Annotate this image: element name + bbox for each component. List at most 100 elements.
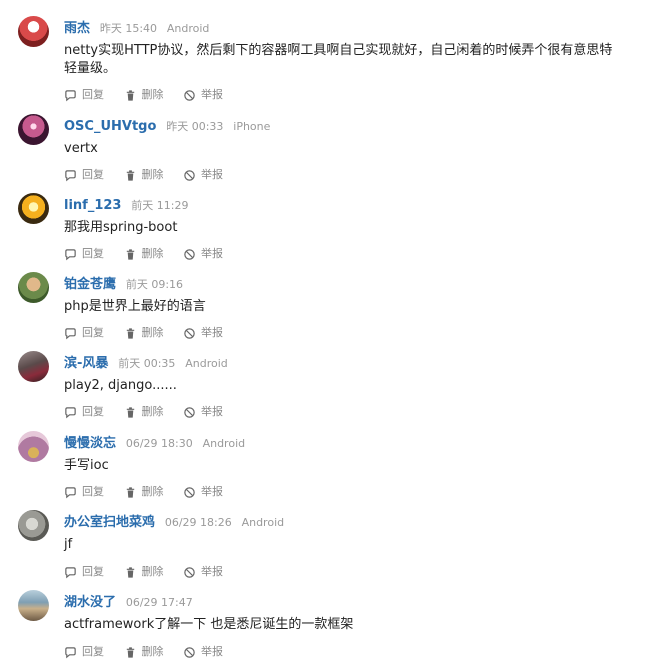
comment-meta: 滨-风暴 前天 00:35 Android — [64, 355, 228, 372]
avatar[interactable] — [18, 193, 49, 224]
reply-label: 回复 — [82, 247, 104, 260]
ban-icon — [184, 327, 195, 339]
author-name[interactable]: linf_123 — [64, 198, 121, 213]
trash-icon — [126, 486, 134, 498]
comment-time: 前天 00:35 — [118, 357, 176, 370]
author-name[interactable]: 湖水没了 — [64, 595, 116, 610]
comment-device: Android — [185, 357, 228, 370]
reply-button[interactable]: 回复 — [64, 247, 104, 261]
trash-icon — [126, 406, 134, 418]
report-button[interactable]: 举报 — [183, 645, 223, 659]
reply-button[interactable]: 回复 — [64, 645, 104, 659]
author-name[interactable]: OSC_UHVtgo — [64, 119, 156, 134]
reply-label: 回复 — [82, 326, 104, 339]
reply-label: 回复 — [82, 485, 104, 498]
comment-actions: 回复 删除 举报 — [64, 485, 239, 503]
comment-actions: 回复 删除 举报 — [64, 326, 239, 344]
trash-icon — [126, 89, 134, 101]
avatar[interactable] — [18, 272, 49, 303]
delete-label: 删除 — [141, 326, 164, 339]
report-label: 举报 — [201, 565, 223, 578]
reply-label: 回复 — [82, 168, 104, 181]
trash-icon — [126, 248, 134, 260]
delete-button[interactable]: 删除 — [124, 645, 164, 659]
comment-time: 06/29 17:47 — [125, 596, 193, 609]
comment-meta: OSC_UHVtgo 昨天 00:33 iPhone — [64, 118, 270, 135]
author-name[interactable]: 慢慢淡忘 — [64, 436, 116, 451]
delete-label: 删除 — [141, 405, 164, 418]
comment-meta: linf_123 前天 11:29 — [64, 197, 189, 214]
trash-icon — [126, 327, 134, 339]
ban-icon — [184, 406, 195, 418]
comment-meta: 雨杰 昨天 15:40 Android — [64, 20, 209, 37]
report-button[interactable]: 举报 — [183, 326, 223, 340]
avatar[interactable] — [18, 590, 49, 621]
reply-label: 回复 — [82, 565, 104, 578]
comment-actions: 回复 删除 举报 — [64, 88, 239, 106]
comment-actions: 回复 删除 举报 — [64, 247, 239, 265]
reply-button[interactable]: 回复 — [64, 168, 104, 182]
report-label: 举报 — [201, 405, 223, 418]
report-label: 举报 — [201, 485, 223, 498]
comment-icon — [65, 89, 76, 101]
reply-button[interactable]: 回复 — [64, 565, 104, 579]
author-name[interactable]: 铂金苍鹰 — [64, 277, 116, 292]
comment-time: 06/29 18:30 — [125, 437, 193, 450]
report-button[interactable]: 举报 — [183, 247, 223, 261]
comment-icon — [65, 646, 76, 658]
report-button[interactable]: 举报 — [183, 168, 223, 182]
reply-button[interactable]: 回复 — [64, 405, 104, 419]
delete-label: 删除 — [141, 565, 164, 578]
delete-button[interactable]: 删除 — [124, 168, 164, 182]
avatar[interactable] — [18, 114, 49, 145]
author-name[interactable]: 雨杰 — [64, 21, 90, 36]
report-label: 举报 — [201, 645, 223, 658]
comment-text: php是世界上最好的语言 — [64, 299, 206, 314]
comment-icon — [65, 566, 76, 578]
avatar[interactable] — [18, 431, 49, 462]
report-label: 举报 — [201, 168, 223, 181]
comment-meta: 湖水没了 06/29 17:47 — [64, 594, 193, 611]
reply-button[interactable]: 回复 — [64, 88, 104, 102]
ban-icon — [184, 566, 195, 578]
comment-device: Android — [166, 22, 210, 35]
comment-text: netty实现HTTP协议，然后剩下的容器啊工具啊自己实现就好，自己闲着的时候弄… — [64, 43, 613, 76]
delete-button[interactable]: 删除 — [124, 485, 164, 499]
comment-actions: 回复 删除 举报 — [64, 645, 239, 663]
comment-time: 昨天 15:40 — [99, 22, 158, 35]
report-button[interactable]: 举报 — [183, 565, 223, 579]
comment-icon — [65, 486, 76, 498]
ban-icon — [184, 169, 195, 181]
report-button[interactable]: 举报 — [183, 405, 223, 419]
delete-button[interactable]: 删除 — [124, 88, 164, 102]
comment-time: 前天 11:29 — [131, 199, 189, 212]
delete-button[interactable]: 删除 — [124, 247, 164, 261]
comment-icon — [65, 406, 76, 418]
report-label: 举报 — [201, 247, 223, 260]
comment-actions: 回复 删除 举报 — [64, 565, 239, 583]
comment-time: 06/29 18:26 — [164, 516, 232, 529]
delete-button[interactable]: 删除 — [124, 565, 164, 579]
comment-device: Android — [241, 516, 285, 529]
comment-text: jf — [64, 537, 73, 552]
avatar[interactable] — [18, 351, 49, 382]
author-name[interactable]: 办公室扫地菜鸡 — [64, 515, 155, 530]
comment-meta: 慢慢淡忘 06/29 18:30 Android — [64, 435, 245, 452]
author-name[interactable]: 滨-风暴 — [64, 356, 108, 371]
reply-button[interactable]: 回复 — [64, 326, 104, 340]
avatar[interactable] — [18, 16, 49, 47]
delete-button[interactable]: 删除 — [124, 326, 164, 340]
delete-label: 删除 — [141, 88, 164, 101]
delete-label: 删除 — [141, 645, 164, 658]
avatar[interactable] — [18, 510, 49, 541]
comment-meta: 办公室扫地菜鸡 06/29 18:26 Android — [64, 514, 284, 531]
delete-button[interactable]: 删除 — [124, 405, 164, 419]
report-button[interactable]: 举报 — [183, 485, 223, 499]
report-button[interactable]: 举报 — [183, 88, 223, 102]
ban-icon — [184, 89, 195, 101]
comment-actions: 回复 删除 举报 — [64, 405, 239, 423]
reply-button[interactable]: 回复 — [64, 485, 104, 499]
trash-icon — [126, 646, 134, 658]
comment-meta: 铂金苍鹰 前天 09:16 — [64, 276, 183, 293]
reply-label: 回复 — [82, 88, 104, 101]
